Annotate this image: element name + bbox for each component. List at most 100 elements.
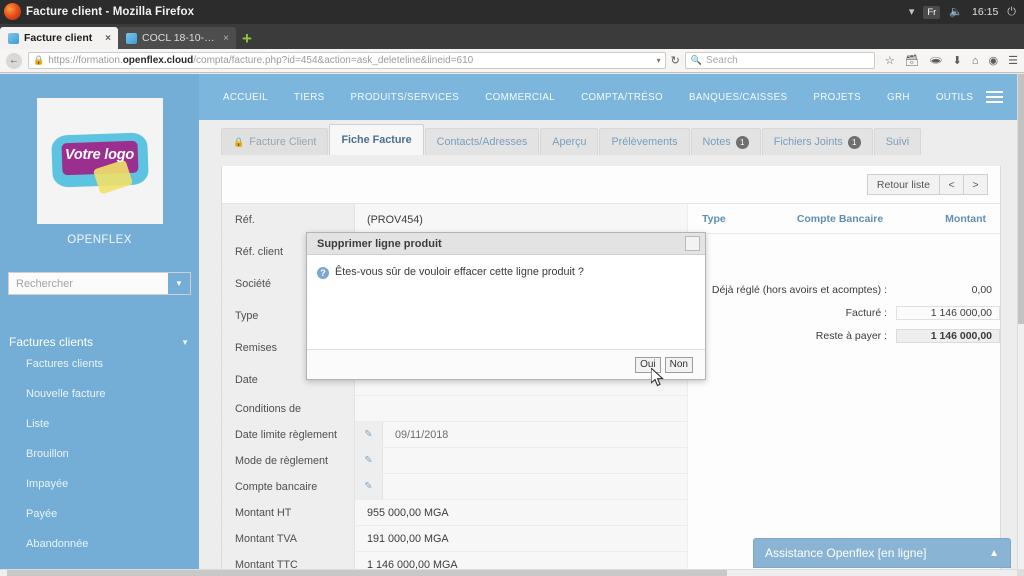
reload-button[interactable]: ↻: [671, 54, 680, 67]
volume-icon[interactable]: 🔈: [949, 6, 963, 18]
tab-close-icon[interactable]: ×: [223, 33, 229, 44]
page-vertical-scrollbar[interactable]: [1017, 74, 1024, 576]
sidebar-item-impayee[interactable]: Impayée: [0, 469, 199, 499]
chevron-down-icon[interactable]: ▾: [651, 56, 661, 65]
back-button[interactable]: ←: [6, 52, 22, 69]
total-value: 0,00: [971, 284, 992, 296]
tab-title: COCL 18-10-000054 -...: [142, 32, 218, 44]
payments-col-type: Type: [702, 212, 726, 225]
firefox-logo-icon: [4, 3, 21, 20]
assistance-bar[interactable]: Assistance Openflex [en ligne] ▲: [753, 538, 1011, 568]
tab-notes[interactable]: Notes 1: [690, 128, 761, 155]
download-icon[interactable]: ⬇: [953, 54, 962, 67]
nav-outils[interactable]: OUTILS: [923, 92, 987, 103]
chevron-up-icon[interactable]: ▲: [989, 548, 999, 559]
cancel-no-button[interactable]: Non: [664, 356, 693, 373]
horizontal-scroll-thumb[interactable]: [7, 570, 727, 576]
tab-suivi[interactable]: Suivi: [873, 128, 922, 155]
sidebar-group-label: Factures clients: [9, 335, 94, 349]
sidebar-item-brouillon[interactable]: Brouillon: [0, 439, 199, 469]
dialog-footer: Oui Non: [307, 349, 705, 379]
sidebar-item-label: Factures clients: [26, 358, 104, 370]
search-input[interactable]: Rechercher: [9, 278, 168, 290]
tab-label: Fiche Facture: [341, 134, 412, 146]
sidebar-item-nouvelle-facture[interactable]: Nouvelle facture: [0, 379, 199, 409]
tab-fiche-facture[interactable]: Fiche Facture: [329, 124, 424, 155]
page-horizontal-scrollbar[interactable]: [0, 569, 1017, 576]
logo-graphic-icon: Votre logo: [50, 130, 149, 195]
sync-icon[interactable]: ◉: [989, 54, 999, 67]
field-value: 09/11/2018: [383, 422, 687, 447]
field-row-mode-de-reglement: Mode de règlement ✎: [222, 448, 687, 474]
nav-tiers[interactable]: TIERS: [281, 92, 338, 103]
edit-pencil-icon[interactable]: ✎: [355, 448, 383, 473]
nav-projets[interactable]: PROJETS: [800, 92, 874, 103]
nav-produits-services[interactable]: PRODUITS/SERVICES: [338, 92, 473, 103]
sidebar-item-factures-clients[interactable]: Factures clients: [0, 349, 199, 379]
field-label: Mode de règlement: [222, 448, 355, 473]
sidebar-item-liste[interactable]: Liste: [0, 409, 199, 439]
top-navigation: ACCUEIL TIERS PRODUITS/SERVICES COMMERCI…: [199, 74, 1024, 120]
search-icon: 🔍: [690, 55, 703, 65]
confirm-yes-button[interactable]: Oui: [635, 356, 661, 373]
tab-facture-client[interactable]: 🔒 Facture Client: [221, 128, 329, 155]
scroll-down-arrow-icon[interactable]: [1018, 569, 1024, 576]
menu-icon[interactable]: ☰: [1008, 54, 1018, 67]
field-label: Réf.: [222, 204, 355, 235]
back-to-list-button[interactable]: Retour liste: [866, 174, 940, 195]
library-icon[interactable]: 🗃: [905, 54, 919, 67]
wifi-icon[interactable]: ▾: [909, 6, 915, 18]
close-icon[interactable]: [685, 236, 700, 251]
tab-label: Facture Client: [249, 136, 317, 148]
nav-accueil[interactable]: ACCUEIL: [210, 92, 281, 103]
sidebar: Votre logo OPENFLEX Rechercher ▼ Facture…: [0, 74, 199, 576]
system-tray: ▾ Fr 🔈 16:15 ⏻: [909, 0, 1016, 24]
sidebar-item-abandonnee[interactable]: Abandonnée: [0, 529, 199, 559]
browser-tab-inactive[interactable]: COCL 18-10-000054 -... ×: [118, 27, 236, 49]
address-bar[interactable]: 🔒 https://formation.openflex.cloud/compt…: [28, 52, 666, 69]
power-icon[interactable]: ⏻: [1007, 6, 1016, 18]
delete-line-dialog: Supprimer ligne produit ? Êtes-vous sûr …: [306, 232, 706, 380]
nav-commercial[interactable]: COMMERCIAL: [472, 92, 568, 103]
browser-search-box[interactable]: 🔍 Search: [684, 52, 875, 69]
nav-banques-caisses[interactable]: BANQUES/CAISSES: [676, 92, 800, 103]
tab-favicon-icon: [8, 32, 19, 44]
browser-nav-bar: ← 🔒 https://formation.openflex.cloud/com…: [0, 49, 1024, 73]
browser-tab-active[interactable]: Facture client ×: [0, 27, 118, 49]
sidebar-search[interactable]: Rechercher ▼: [8, 272, 191, 295]
url-text: https://formation.openflex.cloud/compta/…: [48, 55, 474, 66]
tab-contacts-adresses[interactable]: Contacts/Adresses: [424, 128, 540, 155]
tab-apercu[interactable]: Aperçu: [540, 128, 599, 155]
pocket-icon[interactable]: 🕳: [929, 54, 943, 67]
keyboard-language-indicator[interactable]: Fr: [923, 5, 941, 19]
field-value: 955 000,00 MGA: [355, 500, 687, 525]
star-icon[interactable]: ☆: [885, 54, 895, 67]
clock[interactable]: 16:15: [972, 6, 998, 18]
payments-empty-area: [688, 234, 1000, 280]
sidebar-group-factures-clients[interactable]: Factures clients ▼: [0, 335, 199, 349]
edit-pencil-icon[interactable]: ✎: [355, 422, 383, 447]
lock-icon: 🔒: [233, 136, 245, 147]
total-row-deja-regle: Déjà réglé (hors avoirs et acomptes) : 0…: [688, 280, 1000, 300]
sidebar-item-label: Brouillon: [26, 448, 69, 460]
tab-prelevements[interactable]: Prélèvements: [599, 128, 690, 155]
tab-close-icon[interactable]: ×: [105, 33, 111, 44]
hamburger-icon[interactable]: [986, 91, 1004, 103]
card-toolbar: Retour liste < >: [222, 166, 1000, 204]
home-icon[interactable]: ⌂: [972, 55, 979, 67]
next-record-button[interactable]: >: [963, 174, 988, 195]
chevron-down-icon[interactable]: ▼: [168, 273, 190, 294]
new-tab-button[interactable]: +: [242, 30, 252, 47]
nav-grh[interactable]: GRH: [874, 92, 923, 103]
assistance-label: Assistance Openflex [en ligne]: [765, 546, 927, 560]
tab-fichiers-joints[interactable]: Fichiers Joints 1: [761, 128, 873, 155]
tab-label: Fichiers Joints: [773, 136, 843, 148]
edit-pencil-icon[interactable]: ✎: [355, 474, 383, 499]
sidebar-item-payee[interactable]: Payée: [0, 499, 199, 529]
dialog-title: Supprimer ligne produit: [317, 237, 442, 250]
vertical-scroll-thumb[interactable]: [1018, 74, 1024, 324]
tab-label: Prélèvements: [611, 136, 678, 148]
previous-record-button[interactable]: <: [939, 174, 964, 195]
nav-compta-treso[interactable]: COMPTA/TRÉSO: [568, 92, 676, 103]
caret-down-icon[interactable]: ▼: [181, 338, 189, 347]
